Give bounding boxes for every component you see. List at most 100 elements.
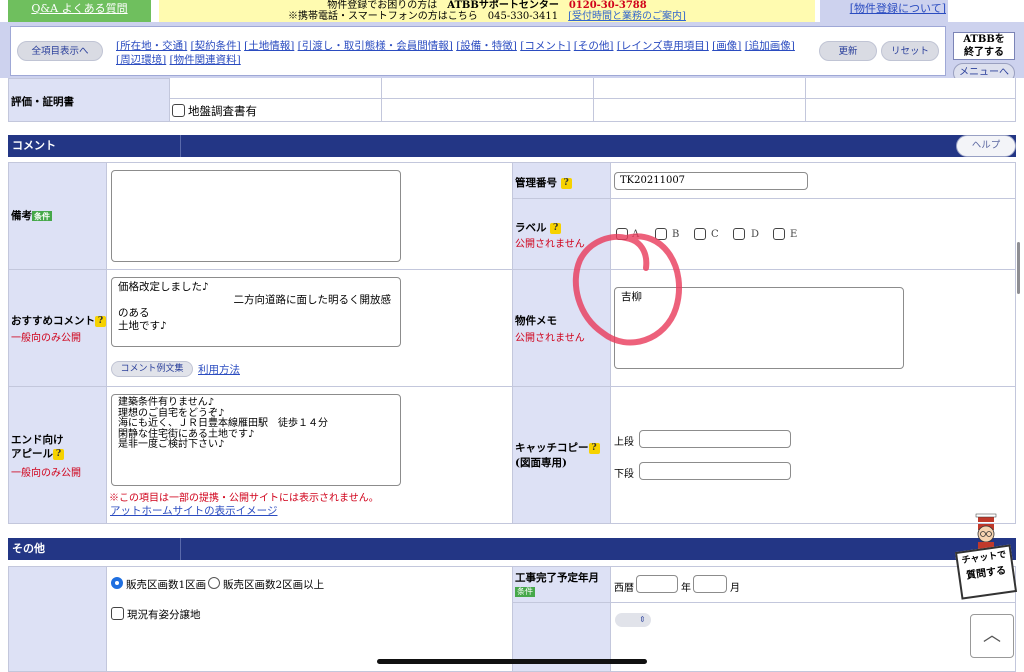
remarks-label-cell: 備考 条件: [8, 162, 107, 270]
remarks-textarea[interactable]: [111, 170, 401, 262]
label-d-checkbox[interactable]: [733, 228, 745, 240]
exit-atbb-button[interactable]: ATBBを 終了する: [953, 32, 1015, 60]
catch-upper-input[interactable]: [639, 430, 791, 448]
label-e: E: [790, 229, 798, 240]
end-appeal-label-1: エンド向け: [11, 434, 64, 446]
nav-link-land[interactable]: [土地情報]: [244, 40, 294, 52]
condition-badge: 条件: [515, 587, 535, 597]
other-label-cell: [8, 566, 107, 672]
remarks-title: 備考 条件: [11, 209, 52, 223]
end-appeal-textarea[interactable]: 建築条件有りません♪ 理想のご自宅をどうぞ♪ 海にも近く、ＪＲ日豊本線雁田駅 徒…: [111, 394, 401, 486]
comment-section-header: コメント ヘルプ: [8, 135, 1016, 157]
catch-cell: [610, 386, 1016, 524]
help-question-icon[interactable]: ?: [550, 222, 562, 234]
section-links: [所在地・交通] [契約条件] [土地情報] [引渡し・取引態様・会員間情報] …: [116, 39, 816, 67]
label-e-checkbox[interactable]: [773, 228, 785, 240]
eval-divider: [169, 98, 1016, 99]
year-input[interactable]: [636, 575, 678, 593]
help-question-icon[interactable]: ?: [588, 442, 600, 454]
next-cell: [610, 602, 1016, 672]
memo-label: 物件メモ: [515, 315, 557, 327]
nav-link-equipment[interactable]: [設備・特徴]: [456, 40, 517, 52]
reset-button[interactable]: リセット: [881, 41, 939, 61]
mobile-phone-info: ※携帯電話・スマートフォンの方はこちら 045-330-3411: [288, 11, 559, 22]
month-input[interactable]: [693, 575, 727, 593]
catch-upper-label: 上段: [614, 437, 634, 448]
ground-survey-label: 地盤調査書有: [188, 104, 257, 118]
support-info: 物件登録でお困りの方は ATBBサポートセンター 0120-30-3788 ※携…: [159, 0, 815, 24]
eval-label-cell: 評価・証明書: [8, 78, 170, 122]
athome-preview-link[interactable]: アットホームサイトの表示イメージ: [110, 503, 277, 518]
remarks-label: 備考: [11, 210, 32, 222]
label-label: ラベル: [515, 222, 547, 234]
mgmt-title: 管理番号 ?: [515, 176, 572, 190]
nav-link-other[interactable]: [その他]: [574, 40, 614, 52]
multi-lot-radio[interactable]: [208, 577, 220, 589]
catch-lower-input[interactable]: [639, 462, 791, 480]
condition-badge: 条件: [32, 211, 52, 221]
ground-survey-checkbox[interactable]: [172, 104, 185, 117]
catch-title: キャッチコピー?: [515, 441, 600, 455]
nav-link-surroundings[interactable]: [周辺環境]: [116, 54, 166, 66]
label-c: C: [711, 229, 719, 240]
nav-link-reins[interactable]: [レインズ専用項目]: [617, 40, 709, 52]
qa-link[interactable]: Q&A よくある質問: [8, 0, 151, 22]
nav-link-location[interactable]: [所在地・交通]: [116, 40, 187, 52]
recommend-label: おすすめコメント: [11, 315, 95, 327]
chevron-up-icon: ︿: [983, 625, 1001, 646]
chat-badge[interactable]: チャットで 質問する: [954, 544, 1018, 600]
top-bar: Q&A よくある質問 物件登録でお困りの方は ATBBサポートセンター 0120…: [0, 0, 1024, 24]
one-lot-radio[interactable]: [111, 577, 123, 589]
end-appeal-label-cell: エンド向け アピール? 一般向のみ公開: [8, 386, 107, 524]
eval-cell-3: [593, 78, 806, 122]
nav-link-related-docs[interactable]: [物件関連資料]: [170, 54, 241, 66]
mgmt-number-input[interactable]: TK20211007: [614, 172, 808, 190]
nav-link-comment[interactable]: [コメント]: [520, 40, 570, 52]
nav-link-delivery[interactable]: [引渡し・取引態様・会員間情報]: [298, 40, 453, 52]
label-title: ラベル ?: [515, 221, 562, 235]
help-question-icon[interactable]: ?: [95, 315, 106, 327]
nav-link-additional-images[interactable]: [追加画像]: [745, 40, 795, 52]
as-is-checkbox[interactable]: [111, 607, 124, 620]
catch-label-cell: キャッチコピー? (図面専用): [512, 386, 611, 524]
end-appeal-title: アピール?: [11, 447, 64, 461]
completion-label-cell: 工事完了予定年月 条件: [512, 566, 611, 603]
support-prefix: 物件登録でお困りの方は: [327, 0, 438, 11]
comment-examples-button[interactable]: コメント例文集: [111, 361, 193, 377]
mgmt-label: 管理番号: [515, 177, 557, 189]
update-button[interactable]: 更新: [819, 41, 877, 61]
nav-panel: 全項目表示へ [所在地・交通] [契約条件] [土地情報] [引渡し・取引態様・…: [10, 26, 946, 76]
mgmt-label-cell: 管理番号 ?: [512, 162, 611, 199]
main-content: 評価・証明書 地盤調査書有 コメント ヘルプ 備考 条件 おすすめコメント? 一般…: [0, 78, 1024, 672]
nav-link-contract[interactable]: [契約条件]: [191, 40, 241, 52]
hours-link[interactable]: [受付時間と業務のご案内]: [568, 11, 686, 22]
chat-widget[interactable]: チャットで 質問する: [954, 510, 1018, 600]
show-all-button[interactable]: 全項目表示へ: [17, 41, 103, 61]
recommend-textarea[interactable]: 価格改定しました♪ 二方向道路に面した明るく開放感のある 土地です♪: [111, 277, 401, 347]
label-c-checkbox[interactable]: [694, 228, 706, 240]
scroll-top-button[interactable]: ︿: [970, 614, 1014, 658]
recommend-label-cell: おすすめコメント? 一般向のみ公開: [8, 269, 107, 387]
select-dropdown[interactable]: ⇕: [615, 613, 651, 627]
recommend-title: おすすめコメント?: [11, 314, 106, 328]
help-question-icon[interactable]: ?: [560, 177, 572, 189]
usage-link[interactable]: 利用方法: [198, 362, 240, 377]
other-section-title: その他: [12, 542, 45, 555]
catch-lower-label: 下段: [614, 469, 634, 480]
section-divider: [180, 135, 181, 157]
home-indicator[interactable]: [377, 659, 647, 664]
property-registration-link[interactable]: [物件登録について]: [820, 0, 948, 22]
nav-link-images[interactable]: [画像]: [712, 40, 741, 52]
end-appeal-note: ※この項目は一部の提携・公開サイトには表示されません。: [109, 493, 379, 504]
help-question-icon[interactable]: ?: [53, 448, 64, 460]
completion-label: 工事完了予定年月: [515, 572, 599, 584]
end-appeal-scope: 一般向のみ公開: [11, 468, 81, 479]
support-center-name: ATBBサポートセンター: [447, 0, 559, 11]
annotation-circle: [572, 233, 683, 346]
nav-bar: 全項目表示へ [所在地・交通] [契約条件] [土地情報] [引渡し・取引態様・…: [0, 22, 1024, 83]
eval-label: 評価・証明書: [11, 96, 74, 108]
help-button[interactable]: ヘルプ: [956, 135, 1016, 157]
scrollbar-thumb[interactable]: [1017, 242, 1020, 294]
other-section-header: その他: [8, 538, 1016, 560]
as-is-label: 現況有姿分譲地: [127, 609, 201, 621]
